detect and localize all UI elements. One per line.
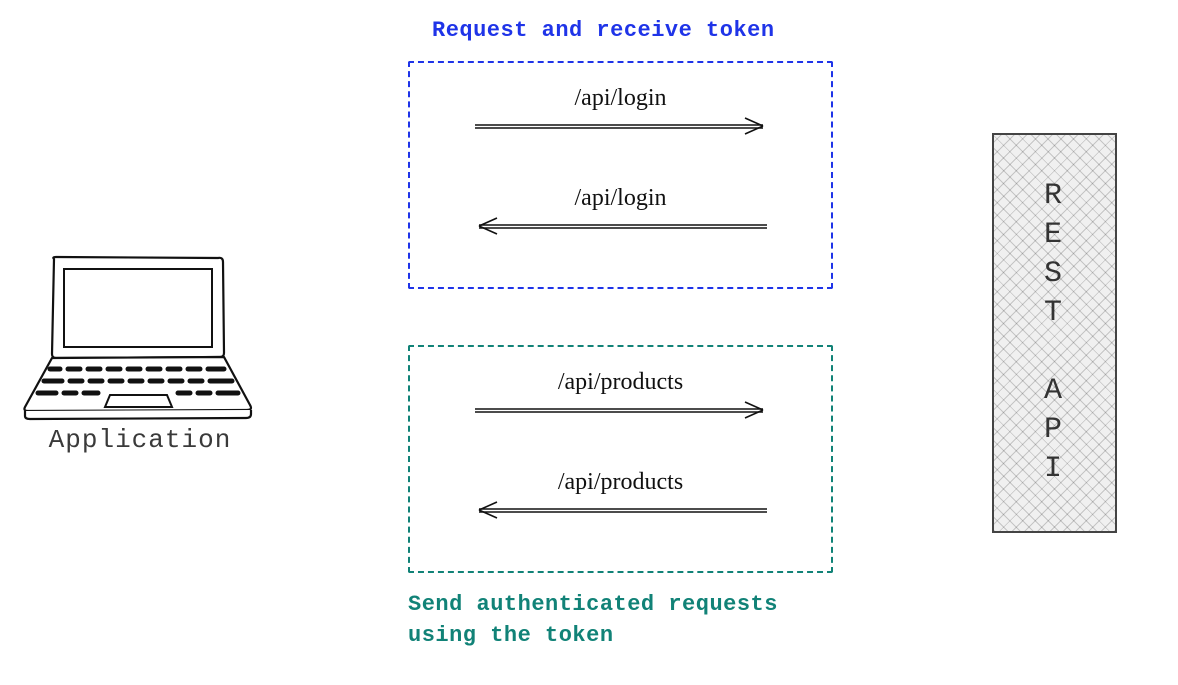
- arrow-right-icon: [471, 114, 771, 138]
- laptop-icon: [10, 255, 265, 425]
- rest-api-node: R E S T A P I: [992, 133, 1117, 533]
- application-node: Application: [10, 255, 270, 455]
- box-authenticated-requests: /api/products /api/products: [408, 345, 833, 573]
- arrow-left-icon: [471, 498, 771, 522]
- products-response-endpoint: /api/products: [456, 469, 786, 496]
- login-response-endpoint: /api/login: [456, 185, 786, 212]
- application-label: Application: [10, 425, 270, 455]
- arrow-left-icon: [471, 214, 771, 238]
- box-top-title: Request and receive token: [432, 18, 775, 43]
- login-response-row: /api/login: [456, 185, 786, 238]
- login-request-row: /api/login: [456, 85, 786, 138]
- rest-api-label: R E S T A P I: [1044, 177, 1065, 489]
- login-request-endpoint: /api/login: [456, 85, 786, 112]
- diagram-stage: Application Request and receive token /a…: [0, 0, 1178, 685]
- box-bottom-title: Send authenticated requests using the to…: [408, 590, 838, 652]
- products-request-row: /api/products: [456, 369, 786, 422]
- products-request-endpoint: /api/products: [456, 369, 786, 396]
- products-response-row: /api/products: [456, 469, 786, 522]
- arrow-right-icon: [471, 398, 771, 422]
- box-request-token: /api/login /api/login: [408, 61, 833, 289]
